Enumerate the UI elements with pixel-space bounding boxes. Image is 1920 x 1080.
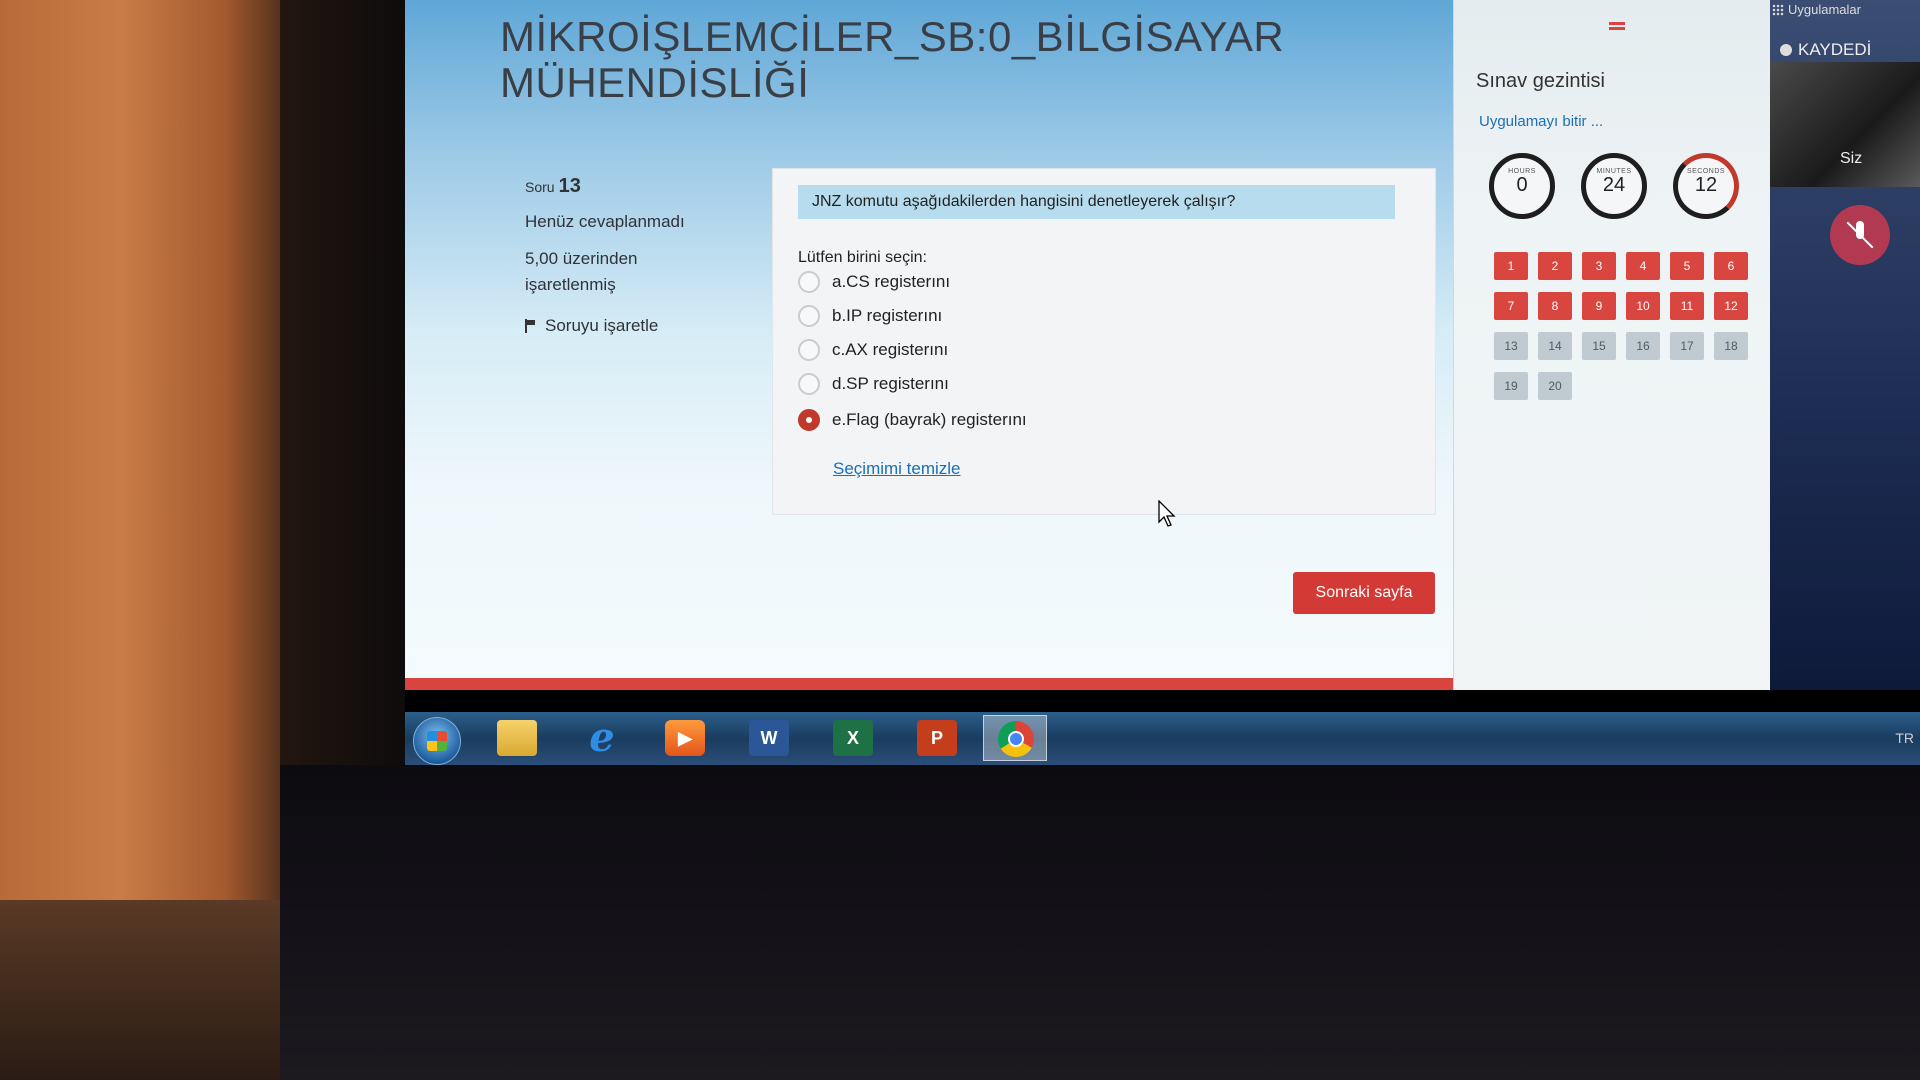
taskbar-media-player[interactable]: ▶ (653, 715, 717, 761)
recording-indicator: KAYDEDİ (1780, 40, 1871, 60)
monitor-bezel-bottom (280, 765, 1920, 1080)
quiz-nav-question-20[interactable]: 20 (1538, 372, 1572, 400)
answer-prompt: Lütfen birini seçin: (798, 249, 927, 266)
question-info-panel: Soru 13 Henüz cevaplanmadı 5,00 üzerinden… (525, 175, 725, 336)
mute-microphone-icon[interactable] (1830, 205, 1890, 265)
internet-explorer-icon: e (589, 714, 615, 761)
answer-label: e.Flag (bayrak) registerını (832, 410, 1027, 429)
flag-question-button[interactable]: Soruyu işaretle (525, 316, 725, 336)
taskbar-internet-explorer[interactable]: e (570, 715, 634, 761)
quiz-nav-question-10[interactable]: 10 (1626, 292, 1660, 320)
quiz-nav-question-9[interactable]: 9 (1582, 292, 1616, 320)
question-text: JNZ komutu aşağıdakilerden hangisini den… (798, 185, 1395, 219)
taskbar-chrome[interactable] (983, 715, 1047, 761)
question-number-value: 13 (558, 175, 581, 197)
timer-minutes-value: 24 (1602, 174, 1626, 196)
quiz-nav-question-2[interactable]: 2 (1538, 252, 1572, 280)
radio-button[interactable] (798, 271, 820, 293)
mouse-cursor-icon (1158, 500, 1176, 527)
quiz-navigation-panel: Sınav gezintisi Uygulamayı bitir ... HOU… (1453, 0, 1771, 690)
radio-button[interactable] (798, 339, 820, 361)
answer-option-a[interactable]: a.CS registerını (798, 271, 950, 293)
timer-hours-value: 0 (1516, 174, 1528, 196)
folder-icon (497, 720, 537, 756)
flag-icon (525, 319, 537, 333)
powerpoint-icon: P (917, 720, 957, 756)
quiz-nav-question-7[interactable]: 7 (1494, 292, 1528, 320)
next-page-button[interactable]: Sonraki sayfa (1293, 572, 1435, 614)
question-grade: 5,00 üzerinden işaretlenmiş (525, 249, 638, 294)
answer-option-e[interactable]: e.Flag (bayrak) registerını (798, 409, 1027, 431)
answer-label: c.AX registerını (832, 340, 949, 359)
answer-label: a.CS registerını (832, 272, 951, 291)
start-button[interactable] (405, 715, 469, 765)
question-card: JNZ komutu aşağıdakilerden hangisini den… (772, 168, 1436, 515)
footer-bar (405, 678, 1453, 690)
quiz-nav-question-4[interactable]: 4 (1626, 252, 1660, 280)
quiz-nav-question-3[interactable]: 3 (1582, 252, 1616, 280)
recording-label: KAYDEDİ (1798, 40, 1872, 59)
question-state: Henüz cevaplanmadı (525, 212, 685, 231)
quiz-nav-question-8[interactable]: 8 (1538, 292, 1572, 320)
taskbar: e ▶ W X P TR (405, 712, 1920, 765)
taskbar-word[interactable]: W (737, 715, 801, 761)
flag-question-label: Soruyu işaretle (545, 316, 659, 335)
quiz-nav-question-1[interactable]: 1 (1494, 252, 1528, 280)
quiz-nav-question-19[interactable]: 19 (1494, 372, 1528, 400)
answer-option-b[interactable]: b.IP registerını (798, 305, 942, 327)
quiz-nav-question-17[interactable]: 17 (1670, 332, 1704, 360)
question-number: Soru 13 (525, 175, 725, 198)
quiz-nav-question-18[interactable]: 18 (1714, 332, 1748, 360)
course-title: MİKROİŞLEMCİLER_SB:0_BİLGİSAYAR MÜHENDİS… (500, 13, 1285, 106)
quiz-nav-question-6[interactable]: 6 (1714, 252, 1748, 280)
webcam-video (1770, 62, 1920, 187)
self-label: Siz (1840, 150, 1863, 167)
taskbar-powerpoint[interactable]: P (905, 715, 969, 761)
answer-option-d[interactable]: d.SP registerını (798, 373, 949, 395)
chrome-icon (998, 721, 1034, 757)
record-dot-icon (1780, 44, 1792, 56)
monitor-screen: MİKROİŞLEMCİLER_SB:0_BİLGİSAYAR MÜHENDİS… (405, 0, 1920, 765)
quiz-nav-question-12[interactable]: 12 (1714, 292, 1748, 320)
language-indicator[interactable]: TR (1895, 730, 1914, 746)
quiz-nav-question-13[interactable]: 13 (1494, 332, 1528, 360)
taskbar-excel[interactable]: X (821, 715, 885, 761)
word-icon: W (749, 720, 789, 756)
question-number-label: Soru (525, 179, 555, 195)
timer-seconds-value: 12 (1694, 174, 1718, 196)
finish-attempt-link[interactable]: Uygulamayı bitir ... (1479, 113, 1603, 130)
answer-option-c[interactable]: c.AX registerını (798, 339, 948, 361)
radio-button[interactable] (798, 305, 820, 327)
menu-icon[interactable] (1609, 22, 1625, 32)
timer-minutes: MINUTES 24 (1581, 153, 1647, 219)
quiz-nav-question-14[interactable]: 14 (1538, 332, 1572, 360)
answer-label: b.IP registerını (832, 306, 943, 325)
apps-label[interactable]: Uygulamalar (1788, 2, 1861, 17)
answer-label: d.SP registerını (832, 374, 949, 393)
windows-start-icon (413, 717, 461, 765)
quiz-navigation-title: Sınav gezintisi (1476, 70, 1605, 92)
meeting-side-panel: Uygulamalar KAYDEDİ Siz (1770, 0, 1920, 690)
radio-button-selected[interactable] (798, 409, 820, 431)
timer-seconds: SECONDS 12 (1673, 153, 1739, 219)
quiz-nav-question-11[interactable]: 11 (1670, 292, 1704, 320)
apps-grid-icon[interactable] (1772, 4, 1784, 16)
media-player-icon: ▶ (665, 720, 705, 756)
quiz-nav-question-5[interactable]: 5 (1670, 252, 1704, 280)
timer-hours: HOURS 0 (1489, 153, 1555, 219)
radio-button[interactable] (798, 373, 820, 395)
quiz-nav-question-15[interactable]: 15 (1582, 332, 1616, 360)
excel-icon: X (833, 720, 873, 756)
quiz-nav-question-16[interactable]: 16 (1626, 332, 1660, 360)
clear-choice-link[interactable]: Seçimimi temizle (833, 459, 961, 479)
quiz-page: MİKROİŞLEMCİLER_SB:0_BİLGİSAYAR MÜHENDİS… (405, 0, 1453, 690)
taskbar-explorer[interactable] (485, 715, 549, 761)
